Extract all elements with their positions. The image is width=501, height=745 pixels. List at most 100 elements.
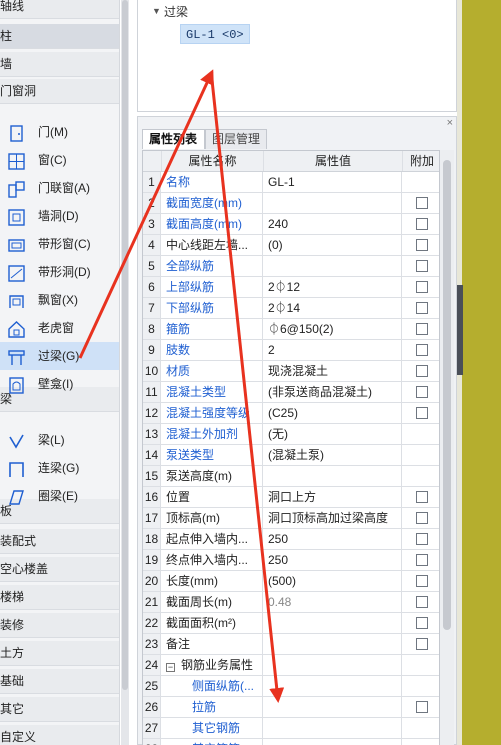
property-value[interactable]: (混凝土泵) [264,445,402,465]
extra-checkbox[interactable] [416,344,428,356]
tab-property-list[interactable]: 属性列表 [142,129,205,149]
table-row[interactable]: 24− 钢筋业务属性 [143,655,439,676]
table-row[interactable]: 8 箍筋 ⏀6@150(2) [143,319,439,340]
extra-checkbox[interactable] [416,365,428,377]
table-row[interactable]: 14 泵送类型 (混凝土泵) [143,445,439,466]
nav-group[interactable]: 基础 [0,669,119,694]
nav-item[interactable]: 飘窗(X) [0,286,119,314]
nav-item[interactable]: 过梁(G) [0,342,119,370]
property-value[interactable]: 250 [264,529,402,549]
table-row[interactable]: 17 顶标高(m) 洞口顶标高加过梁高度 [143,508,439,529]
nav-item[interactable]: 门(M) [0,118,119,146]
extra-checkbox[interactable] [416,407,428,419]
nav-group[interactable]: 楼梯 [0,585,119,610]
table-row[interactable]: 3 截面高度(mm) 240 [143,214,439,235]
property-value[interactable] [264,676,402,696]
close-icon[interactable]: × [447,117,453,129]
property-value[interactable] [264,655,402,675]
property-value[interactable] [264,193,402,213]
property-value[interactable] [264,739,402,745]
table-row[interactable]: 5 全部纵筋 [143,256,439,277]
property-value[interactable]: 现浇混凝土 [264,361,402,381]
property-value[interactable]: 250 [264,550,402,570]
nav-item[interactable]: 门联窗(A) [0,174,119,202]
property-value[interactable] [264,718,402,738]
nav-group[interactable]: 其它 [0,697,119,722]
nav-group[interactable]: 自定义 [0,725,119,745]
property-value[interactable]: (非泵送商品混凝土) [264,382,402,402]
extra-checkbox[interactable] [416,554,428,566]
nav-item[interactable]: 壁龛(I) [0,370,119,398]
table-row[interactable]: 19 终点伸入墙内... 250 [143,550,439,571]
nav-item[interactable]: 窗(C) [0,146,119,174]
nav-item[interactable]: 梁(L) [0,426,119,454]
property-value[interactable] [264,466,402,486]
tree-node-gl1[interactable]: GL-1 <0> [180,24,250,44]
table-row[interactable]: 6 上部纵筋 2⏀12 [143,277,439,298]
extra-checkbox[interactable] [416,239,428,251]
table-row[interactable]: 26 拉筋 [143,697,439,718]
property-value[interactable]: 洞口上方 [264,487,402,507]
property-value[interactable] [264,697,402,717]
property-value[interactable] [264,613,402,633]
extra-checkbox[interactable] [416,197,428,209]
nav-item[interactable]: 连梁(G) [0,454,119,482]
table-row[interactable]: 21 截面周长(m) 0.48 [143,592,439,613]
table-row[interactable]: 15 泵送高度(m) [143,466,439,487]
extra-checkbox[interactable] [416,323,428,335]
table-row[interactable]: 1 名称 GL-1 [143,172,439,193]
extra-checkbox[interactable] [416,491,428,503]
property-value[interactable]: 240 [264,214,402,234]
left-scrollbar-thumb[interactable] [122,0,128,690]
nav-group[interactable]: 土方 [0,641,119,666]
property-value[interactable]: 2⏀12 [264,277,402,297]
nav-group[interactable]: 空心楼盖 [0,557,119,582]
nav-group[interactable]: 门窗洞 [0,79,119,104]
extra-checkbox[interactable] [416,617,428,629]
nav-item[interactable]: 墙洞(D) [0,202,119,230]
extra-checkbox[interactable] [416,281,428,293]
nav-item[interactable]: 圈梁(E) [0,482,119,510]
table-row[interactable]: 16 位置 洞口上方 [143,487,439,508]
table-row[interactable]: 2 截面宽度(mm) [143,193,439,214]
table-row[interactable]: 4 中心线距左墙... (0) [143,235,439,256]
extra-checkbox[interactable] [416,701,428,713]
nav-item[interactable]: 带形窗(C) [0,230,119,258]
extra-checkbox[interactable] [416,533,428,545]
property-value[interactable]: (500) [264,571,402,591]
grid-scrollbar-thumb[interactable] [443,160,451,630]
table-row[interactable]: 18 起点伸入墙内... 250 [143,529,439,550]
splitter-handle[interactable] [457,285,463,375]
property-value[interactable]: (0) [264,235,402,255]
property-value[interactable] [264,256,402,276]
nav-group[interactable]: 墙 [0,52,119,77]
table-row[interactable]: 20 长度(mm) (500) [143,571,439,592]
table-row[interactable]: 23 备注 [143,634,439,655]
property-value[interactable]: 2 [264,340,402,360]
property-value[interactable]: 0.48 [264,592,402,612]
nav-group[interactable]: 柱 [0,24,119,49]
nav-group[interactable]: 装配式 [0,529,119,554]
tree-expand-icon[interactable]: ▼ [152,6,161,16]
table-row[interactable]: 28其它箍筋 [143,739,439,745]
nav-group[interactable]: 装修 [0,613,119,638]
property-value[interactable] [264,634,402,654]
table-row[interactable]: 9 肢数 2 [143,340,439,361]
property-value[interactable]: 洞口顶标高加过梁高度 [264,508,402,528]
extra-checkbox[interactable] [416,386,428,398]
tree-root-label[interactable]: 过梁 [164,3,188,20]
extra-checkbox[interactable] [416,575,428,587]
table-row[interactable]: 12 混凝土强度等级 (C25) [143,403,439,424]
property-value[interactable]: GL-1 [264,172,402,192]
table-row[interactable]: 25 侧面纵筋(... [143,676,439,697]
table-row[interactable]: 27 其它钢筋 [143,718,439,739]
extra-checkbox[interactable] [416,638,428,650]
property-value[interactable]: ⏀6@150(2) [264,319,402,339]
tab-layer-management[interactable]: 图层管理 [205,129,267,149]
table-row[interactable]: 22 截面面积(m²) [143,613,439,634]
nav-group[interactable]: 轴线 [0,0,119,19]
extra-checkbox[interactable] [416,512,428,524]
table-row[interactable]: 13 混凝土外加剂 (无) [143,424,439,445]
property-value[interactable]: (C25) [264,403,402,423]
extra-checkbox[interactable] [416,260,428,272]
